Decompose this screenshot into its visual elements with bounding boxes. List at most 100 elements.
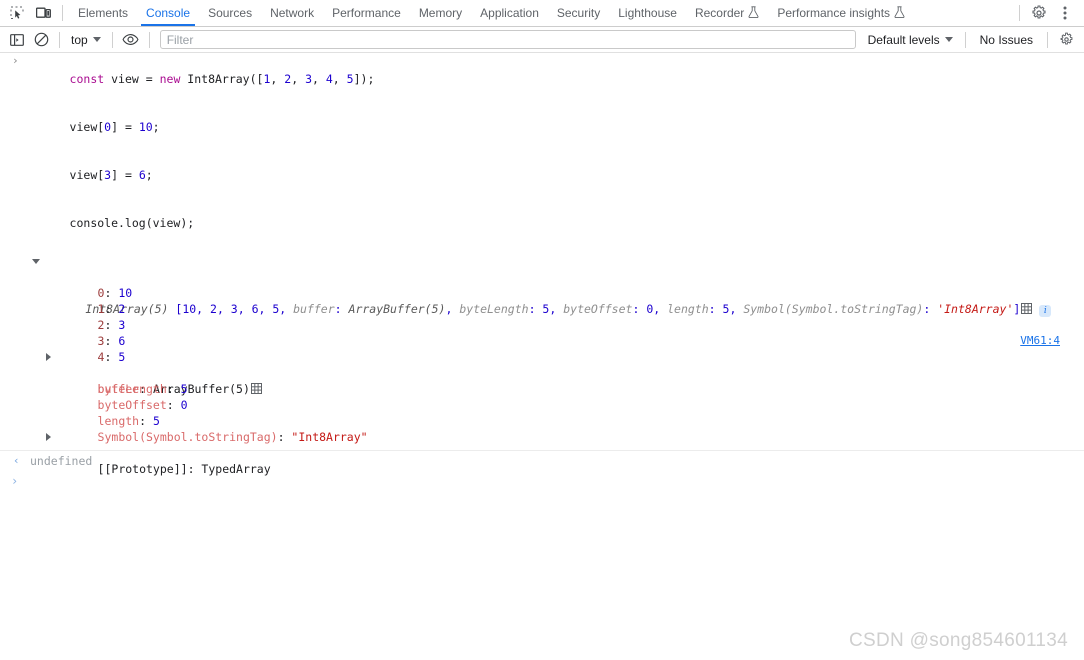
token: 6 — [138, 168, 146, 182]
token: view[ — [69, 120, 105, 134]
tab-network[interactable]: Network — [261, 0, 323, 26]
code-line: view[3] = 6; — [0, 151, 1084, 199]
code-line: const view = new Int8Array([1, 2, 3, 4, … — [0, 55, 1084, 103]
execution-context-selector[interactable]: top — [66, 30, 106, 50]
more-vertical-icon[interactable] — [1052, 1, 1078, 25]
token: Int8Array([ — [180, 72, 264, 86]
token: view — [104, 72, 146, 86]
tab-recorder[interactable]: Recorder — [686, 0, 768, 26]
tab-label: Sources — [208, 6, 253, 20]
property-row: 4: 5 — [0, 333, 1084, 364]
experiment-flask-icon — [894, 5, 905, 21]
property-row: 2: 3 — [0, 301, 1084, 332]
token: , — [312, 72, 326, 86]
gear-icon[interactable] — [1026, 1, 1052, 25]
property-row: 3: 6 — [0, 317, 1084, 348]
tab-elements[interactable]: Elements — [69, 0, 137, 26]
property-row: Symbol(Symbol.toStringTag): "Int8Array" — [0, 413, 1084, 444]
devtools-tab-bar: Elements Console Sources Network Perform… — [0, 0, 1084, 27]
disclosure-triangle-icon[interactable] — [46, 353, 51, 361]
console-sidebar-icon[interactable] — [5, 29, 29, 51]
token: , — [332, 72, 347, 86]
property-row: byteLength: 5 — [0, 365, 1084, 396]
object-preview-row[interactable]: Int8Array(5) [10, 2, 3, 6, 5, buffer: Ar… — [0, 253, 1084, 347]
console-return-value-row: ‹ undefined — [0, 451, 1084, 471]
toolbar-divider-right — [1019, 5, 1020, 21]
prompt-chevron-icon: › — [11, 474, 19, 488]
return-value: undefined — [30, 454, 93, 468]
token: 3 — [305, 72, 312, 86]
experiment-flask-icon — [748, 5, 759, 21]
chevron-down-icon — [944, 37, 953, 42]
token: 10 — [138, 120, 153, 134]
property-row: length: 5 — [0, 397, 1084, 428]
toolbar-divider — [62, 5, 63, 21]
tab-label: Security — [556, 6, 601, 20]
filterbar-divider-5 — [1047, 31, 1048, 48]
tab-label: Performance — [332, 6, 401, 20]
filterbar-divider-1 — [59, 31, 60, 48]
issues-counter[interactable]: No Issues — [972, 33, 1041, 47]
tab-sources[interactable]: Sources — [199, 0, 261, 26]
property-row: 1: 2 — [0, 285, 1084, 316]
token: ] = — [111, 168, 139, 182]
console-prompt-row[interactable]: › — [0, 471, 1084, 491]
tab-lighthouse[interactable]: Lighthouse — [609, 0, 686, 26]
tab-console[interactable]: Console — [137, 0, 199, 26]
token: ]); — [353, 72, 375, 86]
log-level-label: Default levels — [867, 32, 940, 47]
console-filter-toolbar: top Default levels No Issues — [0, 27, 1084, 53]
disclosure-triangle-icon[interactable] — [46, 433, 51, 441]
tab-label: Console — [146, 6, 191, 20]
disclosure-triangle-icon[interactable] — [32, 259, 40, 264]
tab-label: Application — [480, 6, 539, 20]
property-row: byteOffset: 0 — [0, 381, 1084, 412]
tab-security[interactable]: Security — [548, 0, 609, 26]
filterbar-divider-4 — [964, 31, 966, 48]
return-arrow-icon: ‹ — [13, 454, 20, 467]
csdn-watermark: CSDN @song854601134 — [849, 630, 1068, 651]
inspect-element-icon[interactable] — [4, 1, 30, 25]
tab-performance-insights[interactable]: Performance insights — [768, 0, 914, 26]
token: view[ — [69, 168, 105, 182]
token: console.log(view); — [69, 216, 195, 230]
token: new — [159, 72, 181, 86]
token: const — [69, 72, 105, 86]
token: 5 — [346, 72, 354, 86]
log-level-selector[interactable]: Default levels — [862, 33, 959, 47]
property-row: 0: 10 — [0, 269, 1084, 300]
token: = — [145, 72, 153, 86]
filterbar-divider-2 — [111, 31, 113, 48]
console-input-echo-group: › const view = new Int8Array([1, 2, 3, 4… — [0, 53, 1084, 249]
search-input[interactable] — [159, 30, 856, 49]
token: , — [270, 72, 285, 86]
code-line: console.log(view); — [0, 199, 1084, 247]
execution-context-label: top — [71, 32, 88, 47]
tab-label: Recorder — [694, 6, 745, 20]
tab-label: Elements — [78, 6, 129, 20]
console-output-panel[interactable]: › const view = new Int8Array([1, 2, 3, 4… — [0, 53, 1084, 660]
token: ; — [152, 120, 160, 134]
tab-label: Performance insights — [777, 6, 891, 20]
clear-console-icon[interactable] — [29, 29, 53, 51]
tab-application[interactable]: Application — [471, 0, 548, 26]
filterbar-divider-3 — [148, 31, 150, 48]
live-expression-eye-icon[interactable] — [119, 29, 143, 51]
device-toolbar-icon[interactable] — [30, 1, 56, 25]
chevron-down-icon — [92, 37, 101, 42]
token: ] = — [111, 120, 139, 134]
property-row-buffer[interactable]: buffer: ArrayBuffer(5) — [0, 349, 1084, 396]
tab-label: Network — [270, 6, 315, 20]
token: ; — [145, 168, 153, 182]
tab-memory[interactable]: Memory — [410, 0, 471, 26]
console-settings-gear-icon[interactable] — [1054, 29, 1078, 51]
console-log-result: Int8Array(5) [10, 2, 3, 6, 5, buffer: Ar… — [0, 249, 1084, 476]
code-line: view[0] = 10; — [0, 103, 1084, 151]
token: 4 — [325, 72, 333, 86]
tab-label: Memory — [418, 6, 463, 20]
tab-performance[interactable]: Performance — [323, 0, 410, 26]
tab-label: Lighthouse — [618, 6, 677, 20]
property-row-prototype[interactable]: [[Prototype]]: TypedArray — [0, 429, 1084, 476]
token: , — [291, 72, 306, 86]
